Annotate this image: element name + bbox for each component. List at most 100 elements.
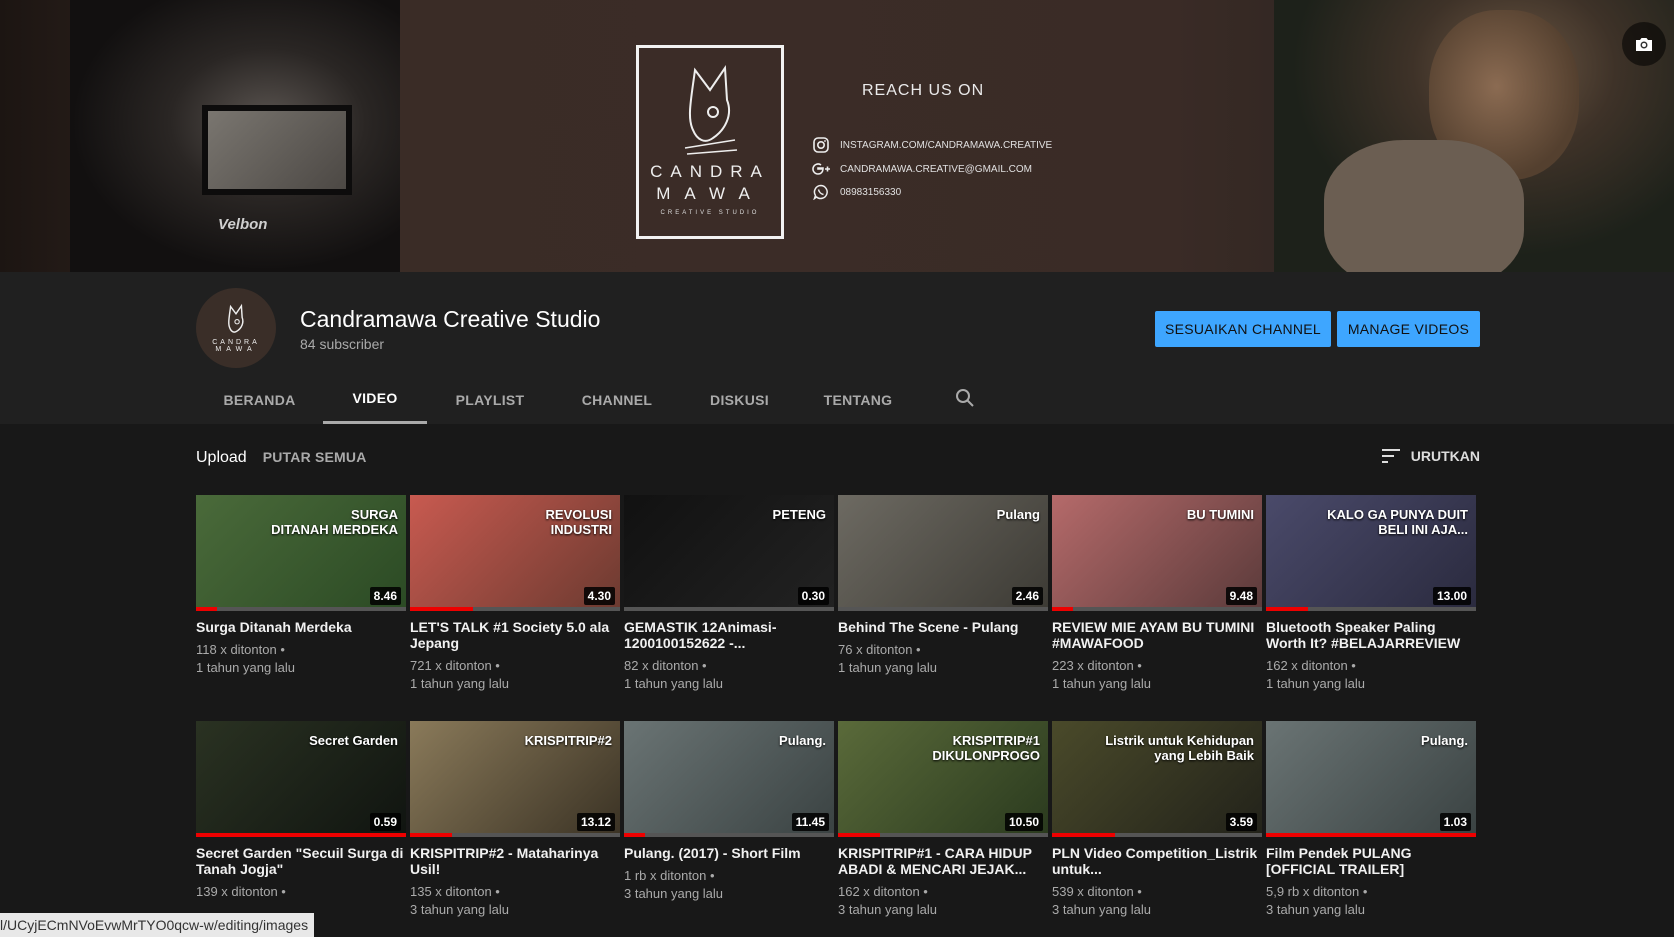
- video-thumbnail[interactable]: KRISPITRIP#1 DIKULONPROGO 10.50: [838, 721, 1048, 837]
- video-card[interactable]: PETENG 0.30 GEMASTIK 12Animasi-12001001526…: [624, 495, 834, 693]
- contact-text: CANDRAMAWA.CREATIVE@GMAIL.COM: [840, 163, 1033, 175]
- tab-video[interactable]: VIDEO: [323, 375, 427, 424]
- video-card[interactable]: REVOLUSI INDUSTRI 4.30 LET'S TALK #1 Socie…: [410, 495, 620, 693]
- customize-channel-button[interactable]: SESUAIKAN CHANNEL: [1155, 311, 1331, 347]
- cat-logo-icon: [684, 65, 738, 155]
- watch-progress-fill: [410, 607, 473, 611]
- sort-label: URUTKAN: [1410, 448, 1480, 464]
- video-title[interactable]: Secret Garden "Secuil Surga di Tanah Jog…: [196, 845, 406, 877]
- video-meta: 5,9 rb x ditonton • 3 tahun yang lalu: [1266, 883, 1476, 919]
- reach-us-title: REACH US ON: [862, 82, 985, 99]
- tab-tentang[interactable]: TENTANG: [798, 375, 918, 424]
- video-thumbnail[interactable]: SURGA DITANAH MERDEKA 8.46: [196, 495, 406, 611]
- video-card[interactable]: KRISPITRIP#1 DIKULONPROGO 10.50 KRISPITRIP…: [838, 721, 1048, 919]
- video-title[interactable]: PLN Video Competition_Listrik untuk...: [1052, 845, 1262, 877]
- video-title[interactable]: KRISPITRIP#2 - Mataharinya Usil!: [410, 845, 620, 877]
- avatar-line1: CANDRA: [212, 339, 260, 346]
- video-meta: 135 x ditonton • 3 tahun yang lalu: [410, 883, 620, 919]
- video-thumbnail[interactable]: PETENG 0.30: [624, 495, 834, 611]
- video-title[interactable]: KRISPITRIP#1 - CARA HIDUP ABADI & MENCAR…: [838, 845, 1048, 877]
- video-views: 162 x ditonton •: [838, 884, 928, 899]
- video-meta: 139 x ditonton •: [196, 883, 406, 901]
- video-thumbnail[interactable]: KALO GA PUNYA DUIT BELI INI AJA... 13.00: [1266, 495, 1476, 611]
- watch-progress-bar: [196, 833, 406, 837]
- watch-progress-bar: [196, 607, 406, 611]
- video-age: 1 tahun yang lalu: [1052, 676, 1152, 691]
- video-duration: 13.00: [1432, 587, 1471, 605]
- video-thumbnail[interactable]: KRISPITRIP#2 13.12: [410, 721, 620, 837]
- sort-icon: [1381, 449, 1400, 463]
- video-meta: 721 x ditonton • 1 tahun yang lalu: [410, 657, 620, 693]
- watch-progress-fill: [1052, 607, 1073, 611]
- thumbnail-text: SURGA DITANAH MERDEKA: [271, 507, 398, 537]
- video-title[interactable]: Surga Ditanah Merdeka: [196, 619, 406, 635]
- thumbnail-text: REVOLUSI INDUSTRI: [545, 507, 612, 537]
- video-thumbnail[interactable]: Secret Garden 0.59: [196, 721, 406, 837]
- video-title[interactable]: Bluetooth Speaker Paling Worth It? #BELA…: [1266, 619, 1476, 651]
- video-card[interactable]: KRISPITRIP#2 13.12 KRISPITRIP#2 - Matahari…: [410, 721, 620, 919]
- watch-progress-bar: [410, 833, 620, 837]
- video-title[interactable]: GEMASTIK 12Animasi-1200100152622 -...: [624, 619, 834, 651]
- video-title[interactable]: LET'S TALK #1 Society 5.0 ala Jepang: [410, 619, 620, 651]
- video-title[interactable]: Film Pendek PULANG [OFFICIAL TRAILER]: [1266, 845, 1476, 877]
- video-meta: 223 x ditonton • 1 tahun yang lalu: [1052, 657, 1262, 693]
- thumbnail-text: KALO GA PUNYA DUIT BELI INI AJA...: [1327, 507, 1468, 537]
- video-age: 1 tahun yang lalu: [196, 660, 296, 675]
- search-channel-button[interactable]: [955, 388, 975, 413]
- video-card[interactable]: BU TUMINI 9.48 REVIEW MIE AYAM BU TUMINI #…: [1052, 495, 1262, 693]
- edit-banner-button[interactable]: [1622, 22, 1666, 66]
- video-card[interactable]: Pulang 2.46 Behind The Scene - Pulang 76 x …: [838, 495, 1048, 677]
- video-card[interactable]: Listrik untuk Kehidupan yang Lebih Baik 3…: [1052, 721, 1262, 919]
- watch-progress-bar: [1266, 607, 1476, 611]
- video-duration: 8.46: [369, 587, 401, 605]
- video-thumbnail[interactable]: Pulang 2.46: [838, 495, 1048, 611]
- watch-progress-bar: [1052, 833, 1262, 837]
- watch-progress-bar: [838, 833, 1048, 837]
- video-card[interactable]: Secret Garden 0.59 Secret Garden "Secuil S…: [196, 721, 406, 901]
- video-card[interactable]: Pulang. 11.45 Pulang. (2017) - Short Film 1…: [624, 721, 834, 903]
- video-age: 1 tahun yang lalu: [838, 660, 938, 675]
- video-views: 721 x ditonton •: [410, 658, 500, 673]
- video-title[interactable]: Pulang. (2017) - Short Film: [624, 845, 834, 861]
- video-card[interactable]: Pulang. 1.03 Film Pendek PULANG [OFFICIAL …: [1266, 721, 1476, 919]
- thumbnail-text: Secret Garden: [309, 733, 398, 748]
- video-card[interactable]: KALO GA PUNYA DUIT BELI INI AJA... 13.00 B…: [1266, 495, 1476, 693]
- video-thumbnail[interactable]: Listrik untuk Kehidupan yang Lebih Baik 3…: [1052, 721, 1262, 837]
- videos-toolbar: Upload PUTAR SEMUA: [196, 449, 367, 467]
- video-views: 82 x ditonton •: [624, 658, 707, 673]
- channel-header: CANDRA MAWA Candramawa Creative Studio 8…: [0, 272, 1674, 424]
- video-meta: 118 x ditonton • 1 tahun yang lalu: [196, 641, 406, 677]
- camera-icon: [1636, 38, 1652, 51]
- video-meta: 76 x ditonton • 1 tahun yang lalu: [838, 641, 1048, 677]
- watch-progress-fill: [196, 833, 406, 837]
- video-thumbnail[interactable]: Pulang. 11.45: [624, 721, 834, 837]
- upload-label[interactable]: Upload: [196, 449, 247, 467]
- video-duration: 13.12: [576, 813, 615, 831]
- video-title[interactable]: REVIEW MIE AYAM BU TUMINI #MAWAFOOD: [1052, 619, 1262, 651]
- video-age: 1 tahun yang lalu: [1266, 676, 1366, 691]
- tab-diskusi[interactable]: DISKUSI: [681, 375, 798, 424]
- video-thumbnail[interactable]: BU TUMINI 9.48: [1052, 495, 1262, 611]
- video-thumbnail[interactable]: Pulang. 1.03: [1266, 721, 1476, 837]
- video-duration: 10.50: [1004, 813, 1043, 831]
- tab-channel[interactable]: CHANNEL: [553, 375, 681, 424]
- video-card[interactable]: SURGA DITANAH MERDEKA 8.46 Surga Ditanah M…: [196, 495, 406, 677]
- video-thumbnail[interactable]: REVOLUSI INDUSTRI 4.30: [410, 495, 620, 611]
- video-duration: 2.46: [1011, 587, 1043, 605]
- watch-progress-fill: [196, 607, 217, 611]
- play-all-button[interactable]: PUTAR SEMUA: [263, 449, 367, 465]
- watch-progress-bar: [410, 607, 620, 611]
- video-title[interactable]: Behind The Scene - Pulang: [838, 619, 1048, 635]
- watch-progress-fill: [1266, 833, 1476, 837]
- avatar-line2: MAWA: [215, 346, 257, 353]
- channel-avatar[interactable]: CANDRA MAWA: [196, 288, 276, 368]
- channel-tabs: BERANDA VIDEO PLAYLIST CHANNEL DISKUSI T…: [196, 375, 918, 424]
- video-duration: 0.30: [797, 587, 829, 605]
- instagram-icon: [812, 136, 830, 154]
- manage-videos-button[interactable]: MANAGE VIDEOS: [1337, 311, 1480, 347]
- sort-button[interactable]: URUTKAN: [1381, 448, 1480, 464]
- cat-logo-icon: [228, 303, 244, 333]
- tab-beranda[interactable]: BERANDA: [196, 375, 323, 424]
- tab-playlist[interactable]: PLAYLIST: [427, 375, 553, 424]
- video-age: 3 tahun yang lalu: [838, 902, 938, 917]
